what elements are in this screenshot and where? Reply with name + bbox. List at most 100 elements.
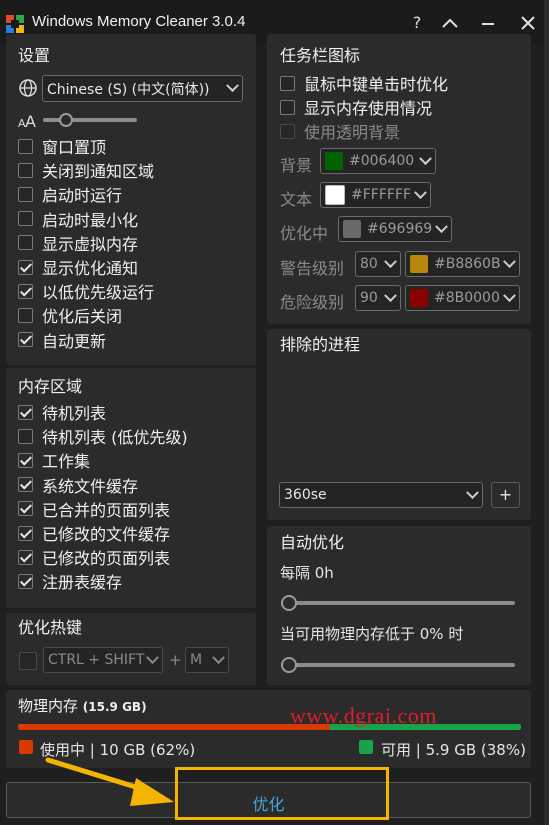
threshold-thumb[interactable] <box>281 657 297 673</box>
checkbox-unchecked[interactable] <box>18 186 33 202</box>
setting-option[interactable]: 显示虚拟内存 <box>18 232 138 254</box>
app-logo-icon <box>6 15 24 33</box>
interval-thumb[interactable] <box>281 595 297 611</box>
memory-area-option[interactable]: 已修改的文件缓存 <box>18 522 170 544</box>
checkbox-unchecked[interactable] <box>18 211 33 227</box>
physical-memory-heading: 物理内存 (15.9 GB) <box>18 695 147 716</box>
used-legend-dot <box>19 740 33 754</box>
tray-option[interactable]: 显示内存使用情况 <box>280 96 432 118</box>
free-legend-dot <box>359 740 373 754</box>
background-color-label: 背景 <box>280 156 313 175</box>
checkbox-checked[interactable] <box>18 404 33 420</box>
checkbox-unchecked[interactable] <box>18 162 33 178</box>
setting-option-label: 启动时最小化 <box>42 210 139 230</box>
memory-usage-bar <box>18 724 521 730</box>
checkbox-unchecked[interactable] <box>18 235 33 251</box>
warning-level-select[interactable]: 80 <box>355 251 401 277</box>
danger-color-select[interactable]: #8B0000 <box>405 285 520 311</box>
checkbox-checked[interactable] <box>18 259 33 275</box>
danger-color-value: #8B0000 <box>434 290 500 306</box>
collapse-button[interactable] <box>435 10 465 36</box>
language-select[interactable]: Chinese (S) (中文(简体)) <box>42 75 243 102</box>
memory-area-option[interactable]: 待机列表 (低优先级) <box>18 425 188 447</box>
setting-option-label: 关闭到通知区域 <box>42 162 155 182</box>
tray-option[interactable]: 使用透明背景 <box>280 120 400 142</box>
checkbox-unchecked[interactable] <box>280 75 295 91</box>
background-color-swatch <box>325 152 343 170</box>
warning-color-value: #B8860B <box>434 256 501 272</box>
font-size-thumb[interactable] <box>59 113 73 127</box>
close-icon <box>521 16 535 30</box>
background-color-value: #006400 <box>349 153 415 169</box>
memory-area-option[interactable]: 工作集 <box>18 449 90 471</box>
interval-track <box>281 601 515 605</box>
excluded-processes-list[interactable] <box>280 357 520 477</box>
add-process-button[interactable]: + <box>491 482 520 508</box>
setting-option[interactable]: 关闭到通知区域 <box>18 159 154 181</box>
memory-area-option[interactable]: 已修改的页面列表 <box>18 546 170 568</box>
checkbox-checked[interactable] <box>18 501 33 517</box>
setting-option[interactable]: 启动时最小化 <box>18 208 138 230</box>
optimize-button[interactable]: 优化 <box>6 782 531 818</box>
checkbox-checked[interactable] <box>18 549 33 565</box>
memory-used-bar <box>18 724 330 730</box>
font-size-track <box>43 118 137 122</box>
memory-area-option[interactable]: 待机列表 <box>18 401 106 423</box>
checkbox-checked[interactable] <box>18 573 33 589</box>
threshold-slider[interactable] <box>281 656 515 674</box>
memory-area-option[interactable]: 系统文件缓存 <box>18 474 138 496</box>
chevron-down-icon <box>466 485 479 499</box>
checkbox-unchecked[interactable] <box>18 428 33 444</box>
checkbox-unchecked[interactable] <box>280 99 295 115</box>
hotkey-enable-checkbox[interactable] <box>19 652 37 670</box>
optimizing-color-select[interactable]: #696969 <box>338 216 452 242</box>
physical-memory-total: (15.9 GB) <box>82 700 147 714</box>
interval-slider[interactable] <box>281 594 515 612</box>
danger-level-label: 危险级别 <box>280 293 345 312</box>
setting-option-label: 启动时运行 <box>42 186 123 206</box>
help-button[interactable]: ? <box>402 10 432 36</box>
setting-option[interactable]: 自动更新 <box>18 329 106 351</box>
checkbox-checked[interactable] <box>18 283 33 299</box>
chevron-down-icon <box>146 650 159 664</box>
text-color-value: #FFFFFF <box>351 187 412 203</box>
globe-icon <box>18 78 38 98</box>
checkbox-checked[interactable] <box>18 477 33 493</box>
hotkey-modifier-select[interactable]: CTRL + SHIFT <box>43 647 163 673</box>
tray-option[interactable]: 鼠标中键单击时优化 <box>280 72 448 94</box>
checkbox-checked[interactable] <box>18 332 33 348</box>
memory-area-option[interactable]: 注册表缓存 <box>18 570 122 592</box>
checkbox-checked[interactable] <box>18 452 33 468</box>
danger-level-select[interactable]: 90 <box>355 285 401 311</box>
optimizing-color-label: 优化中 <box>280 224 329 243</box>
setting-option-label: 显示优化通知 <box>42 259 139 278</box>
checkbox-unchecked[interactable] <box>18 307 33 323</box>
chevron-down-icon <box>414 185 427 199</box>
font-size-slider[interactable] <box>43 112 137 128</box>
watermark-text: www.dgrai.com <box>290 703 437 728</box>
danger-level-value: 90 <box>360 290 378 306</box>
setting-option[interactable]: 以低优先级运行 <box>18 280 154 302</box>
optimizing-color-value: #696969 <box>367 221 433 237</box>
setting-option[interactable]: 显示优化通知 <box>18 256 138 278</box>
warning-color-select[interactable]: #B8860B <box>405 251 520 277</box>
background-window-edge <box>544 0 549 825</box>
memory-area-option[interactable]: 已合并的页面列表 <box>18 498 170 520</box>
text-color-select[interactable]: #FFFFFF <box>320 182 431 208</box>
checkbox-unchecked[interactable] <box>18 138 33 154</box>
setting-option[interactable]: 窗口置顶 <box>18 135 106 157</box>
minimize-button[interactable] <box>473 10 503 36</box>
checkbox-checked[interactable] <box>18 525 33 541</box>
close-button[interactable] <box>513 10 543 36</box>
checkbox-unchecked[interactable] <box>280 123 295 139</box>
svg-text:A: A <box>25 112 36 130</box>
process-select[interactable]: 360se <box>279 482 483 508</box>
text-color-swatch <box>325 185 345 205</box>
hotkey-key-select[interactable]: M <box>185 647 229 673</box>
tray-option-label: 显示内存使用情况 <box>304 99 433 118</box>
setting-option[interactable]: 启动时运行 <box>18 183 122 205</box>
settings-title: 设置 <box>18 46 51 65</box>
background-color-select[interactable]: #006400 <box>320 148 436 174</box>
setting-option[interactable]: 优化后关闭 <box>18 304 122 326</box>
threshold-label: 当可用物理内存低于 0% 时 <box>280 625 464 643</box>
